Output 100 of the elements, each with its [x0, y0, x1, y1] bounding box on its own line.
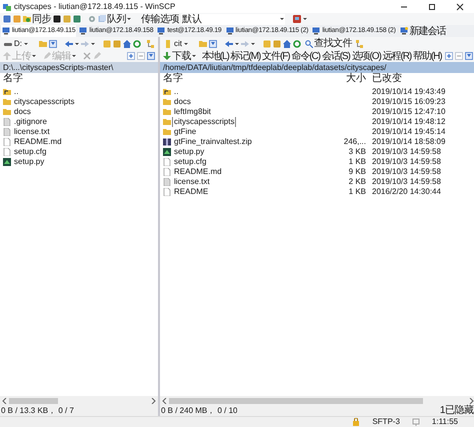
menu-item[interactable]: 会话(S) [322, 50, 350, 62]
maximize-icon[interactable] [428, 2, 436, 10]
transfer-settings-dropdown[interactable]: 默认 [181, 14, 285, 24]
menu-item[interactable]: 本地(L) [202, 50, 229, 62]
expand-icon[interactable] [445, 52, 454, 60]
monitor-icon [2, 27, 10, 35]
filter-icon[interactable] [49, 40, 57, 48]
caret-icon[interactable] [192, 54, 196, 58]
home-icon[interactable] [123, 40, 131, 48]
menu-item[interactable]: 文件(F) [262, 50, 290, 62]
download-button[interactable]: 下载 [163, 50, 196, 62]
file-size: 9 KB [348, 167, 366, 177]
file-name[interactable]: .. [173, 87, 180, 97]
file-name[interactable]: setup.cfg [13, 147, 48, 157]
window-title: cityscapes - liutian@172.18.49.115 - WinSCP [14, 0, 176, 12]
file-name[interactable]: license.txt [13, 127, 51, 137]
caret-icon[interactable] [251, 42, 255, 46]
caret-icon[interactable] [127, 17, 131, 21]
find-files-button[interactable]: 查找文件 [303, 38, 354, 49]
menu-item[interactable]: 命令(C) [292, 50, 320, 62]
search-icon [305, 40, 313, 48]
file-name[interactable]: docs [173, 97, 192, 107]
modified-date: 2019/10/15 16:09:23 [371, 97, 446, 107]
scroll-right-icon[interactable] [151, 398, 156, 404]
file-size: 2 KB [348, 177, 366, 187]
filter-icon[interactable] [465, 52, 474, 60]
caret-icon[interactable] [280, 17, 284, 21]
refresh-icon[interactable] [133, 40, 141, 48]
file-name[interactable]: gtFine_trainvaltest.zip [173, 137, 253, 147]
file-name[interactable]: cityscapesscripts [13, 97, 76, 107]
collapse-icon[interactable] [455, 52, 464, 60]
file-name[interactable]: README.md [13, 137, 63, 147]
modified-date: 2019/10/14 18:58:09 [371, 137, 446, 147]
modified-date: 2019/10/3 14:59:58 [371, 157, 441, 167]
app-icon [3, 2, 11, 10]
file-name[interactable]: setup.py [173, 147, 206, 157]
collapse-icon[interactable] [137, 52, 145, 60]
scrollbar-thumb[interactable] [169, 398, 423, 404]
script-file-icon [163, 148, 171, 156]
caret-icon[interactable] [24, 42, 28, 46]
column-header[interactable]: 已改变 [366, 73, 474, 84]
file-name[interactable]: leftImg8bit [173, 107, 212, 117]
file-name[interactable]: README [173, 187, 210, 197]
file-size: 1 KB [348, 187, 366, 197]
column-header[interactable]: 大小 [340, 73, 366, 84]
scrollbar-thumb[interactable] [9, 398, 58, 404]
caret-icon[interactable] [91, 42, 95, 46]
caret-icon[interactable] [235, 42, 239, 46]
sync-button[interactable]: 同步 [23, 14, 51, 24]
file-name[interactable]: gtFine [173, 127, 198, 137]
network-icon [412, 418, 420, 426]
archive-icon [163, 138, 171, 146]
monitor-icon [157, 27, 166, 35]
path-bar: D:\...\cityscapesScripts-master\ [0, 62, 158, 73]
selection-status: 0 B / 13.3 KB， 0 / 7 [1, 405, 74, 417]
modified-date: 2019/10/14 19:45:14 [371, 127, 446, 137]
filter-icon[interactable] [209, 40, 217, 48]
file-name[interactable]: cityscapesscripts [173, 117, 236, 127]
file-name[interactable]: .gitignore [13, 117, 48, 127]
menu-item[interactable]: 帮助(H) [413, 50, 442, 62]
scroll-right-icon[interactable] [469, 398, 474, 404]
scroll-left-icon[interactable] [2, 398, 7, 404]
close-icon[interactable] [456, 2, 464, 10]
filter-icon[interactable] [147, 52, 155, 60]
file-name[interactable]: docs [13, 107, 32, 117]
refresh-icon[interactable] [293, 40, 301, 48]
expand-icon[interactable] [127, 52, 135, 60]
back-arrow-icon[interactable] [65, 40, 73, 48]
drive-dropdown[interactable]: D: [3, 38, 37, 48]
menu-item[interactable]: 选项(O) [352, 50, 381, 62]
home-icon[interactable] [283, 40, 291, 48]
path-bar: /home/DATA/liutian/tmp/tfdeeplab/deeplab/datasets/cityscapes/ [160, 62, 474, 73]
caret-icon[interactable] [303, 17, 307, 21]
menu-item[interactable]: 标记(M) [230, 50, 260, 62]
drive-dropdown[interactable]: cit [163, 38, 197, 48]
monitor-icon [79, 27, 88, 35]
column-header[interactable]: 名字 [160, 73, 340, 84]
tree-icon[interactable] [356, 40, 364, 48]
column-header[interactable]: 名字 [0, 73, 158, 84]
protocol-label: SFTP-3 [372, 416, 400, 427]
new-session-icon [400, 27, 408, 35]
script-file-icon [3, 158, 11, 166]
back-arrow-icon[interactable] [225, 40, 233, 48]
file-name[interactable]: license.txt [173, 177, 211, 187]
file-name[interactable]: .. [13, 87, 20, 97]
file-name[interactable]: setup.cfg [173, 157, 208, 167]
parent-folder-icon [3, 88, 11, 96]
scroll-left-icon[interactable] [162, 398, 167, 404]
queue-button[interactable]: 队列 [98, 14, 131, 24]
caret-icon[interactable] [184, 42, 188, 46]
session-tab[interactable]: 新建会话 [398, 25, 447, 37]
file-name[interactable]: setup.py [13, 157, 46, 167]
menu-item[interactable]: 远程(R) [382, 50, 412, 62]
monitor-icon [312, 27, 320, 35]
file-name[interactable]: README.md [173, 167, 223, 177]
session-time: 1:11:55 [432, 416, 458, 427]
lock-icon [352, 418, 360, 426]
tree-icon[interactable] [147, 40, 155, 48]
parent-folder-icon [163, 88, 171, 96]
caret-icon[interactable] [75, 42, 79, 46]
